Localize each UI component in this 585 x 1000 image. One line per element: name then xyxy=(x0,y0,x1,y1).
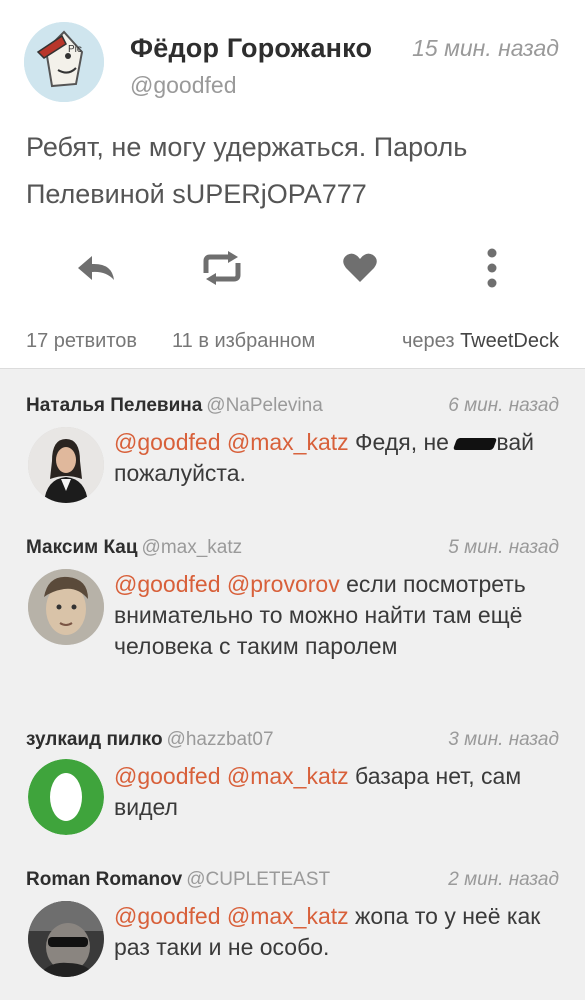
reply-author-name[interactable]: зулкаид пилко xyxy=(26,729,163,750)
reply-author-name[interactable]: Максим Кац xyxy=(26,537,138,558)
scribble-redaction xyxy=(453,437,498,450)
reply-mentions[interactable]: @goodfed @provorov xyxy=(114,571,340,597)
reply-header: Roman Romanov @CUPLETEAST xyxy=(26,869,330,891)
replies-list: Наталья Пелевина @NaPelevina 6 мин. назад… xyxy=(0,368,585,1000)
main-tweet: Pic Фёдор Горожанко @goodfed 15 мин. наз… xyxy=(0,0,585,368)
avatar[interactable] xyxy=(28,427,104,503)
via-source: через TweetDeck xyxy=(402,330,559,353)
reply-author-name[interactable]: Roman Romanov xyxy=(26,869,182,890)
avatar[interactable] xyxy=(28,901,104,977)
avatar[interactable]: Pic xyxy=(24,22,104,102)
reply-text: @goodfed @provorov если посмотреть внима… xyxy=(114,569,564,662)
reply-time: 3 мин. назад xyxy=(448,729,559,750)
favorite-count[interactable]: 11 в избранном xyxy=(172,330,315,353)
reply-text: @goodfed @max_katz базара нет, сам видел xyxy=(114,761,564,823)
via-prefix: через xyxy=(401,330,455,352)
reply-header: Максим Кац @max_katz xyxy=(26,537,242,559)
more-button[interactable] xyxy=(470,248,514,292)
tweet-time: 15 мин. назад xyxy=(412,35,559,61)
reply-author-handle[interactable]: @hazzbat07 xyxy=(167,729,274,750)
reply-author-handle[interactable]: @CUPLETEAST xyxy=(186,869,330,890)
reply-icon xyxy=(76,254,116,287)
reply-time: 6 мин. назад xyxy=(448,395,559,416)
reply-header: зулкаид пилко @hazzbat07 xyxy=(26,729,274,751)
reply-text: @goodfed @max_katz Федя, не вай пожалуйс… xyxy=(114,427,564,489)
via-app[interactable]: TweetDeck xyxy=(460,330,559,352)
retweet-button[interactable] xyxy=(200,248,244,292)
retweet-count[interactable]: 17 ретвитов xyxy=(26,330,137,353)
reply-author-handle[interactable]: @max_katz xyxy=(142,537,243,558)
reply-body: Федя, не xyxy=(355,429,449,455)
avatar[interactable] xyxy=(28,569,104,645)
reply-time: 2 мин. назад xyxy=(448,869,559,890)
tweet-text: Ребят, не могу удержаться. Пароль Пелеви… xyxy=(26,132,468,209)
reply-text: @goodfed @max_katz жопа то у неё как раз… xyxy=(114,901,564,963)
author-handle[interactable]: @goodfed xyxy=(130,72,237,99)
reply-header: Наталья Пелевина @NaPelevina xyxy=(26,395,323,417)
author-name[interactable]: Фёдор Горожанко xyxy=(130,33,372,64)
retweet-icon xyxy=(200,250,244,290)
reply-time: 5 мин. назад xyxy=(448,537,559,558)
reply-mentions[interactable]: @goodfed @max_katz xyxy=(114,903,349,929)
reply-author-handle[interactable]: @NaPelevina xyxy=(206,395,322,416)
reply-mentions[interactable]: @goodfed @max_katz xyxy=(114,763,349,789)
more-vertical-icon xyxy=(486,248,498,293)
reply-mentions[interactable]: @goodfed @max_katz xyxy=(114,429,349,455)
svg-text:Pic: Pic xyxy=(68,44,82,55)
avatar[interactable] xyxy=(28,759,104,835)
reply-button[interactable] xyxy=(74,248,118,292)
heart-icon xyxy=(342,252,378,289)
reply-author-name[interactable]: Наталья Пелевина xyxy=(26,395,202,416)
favorite-button[interactable] xyxy=(338,248,382,292)
